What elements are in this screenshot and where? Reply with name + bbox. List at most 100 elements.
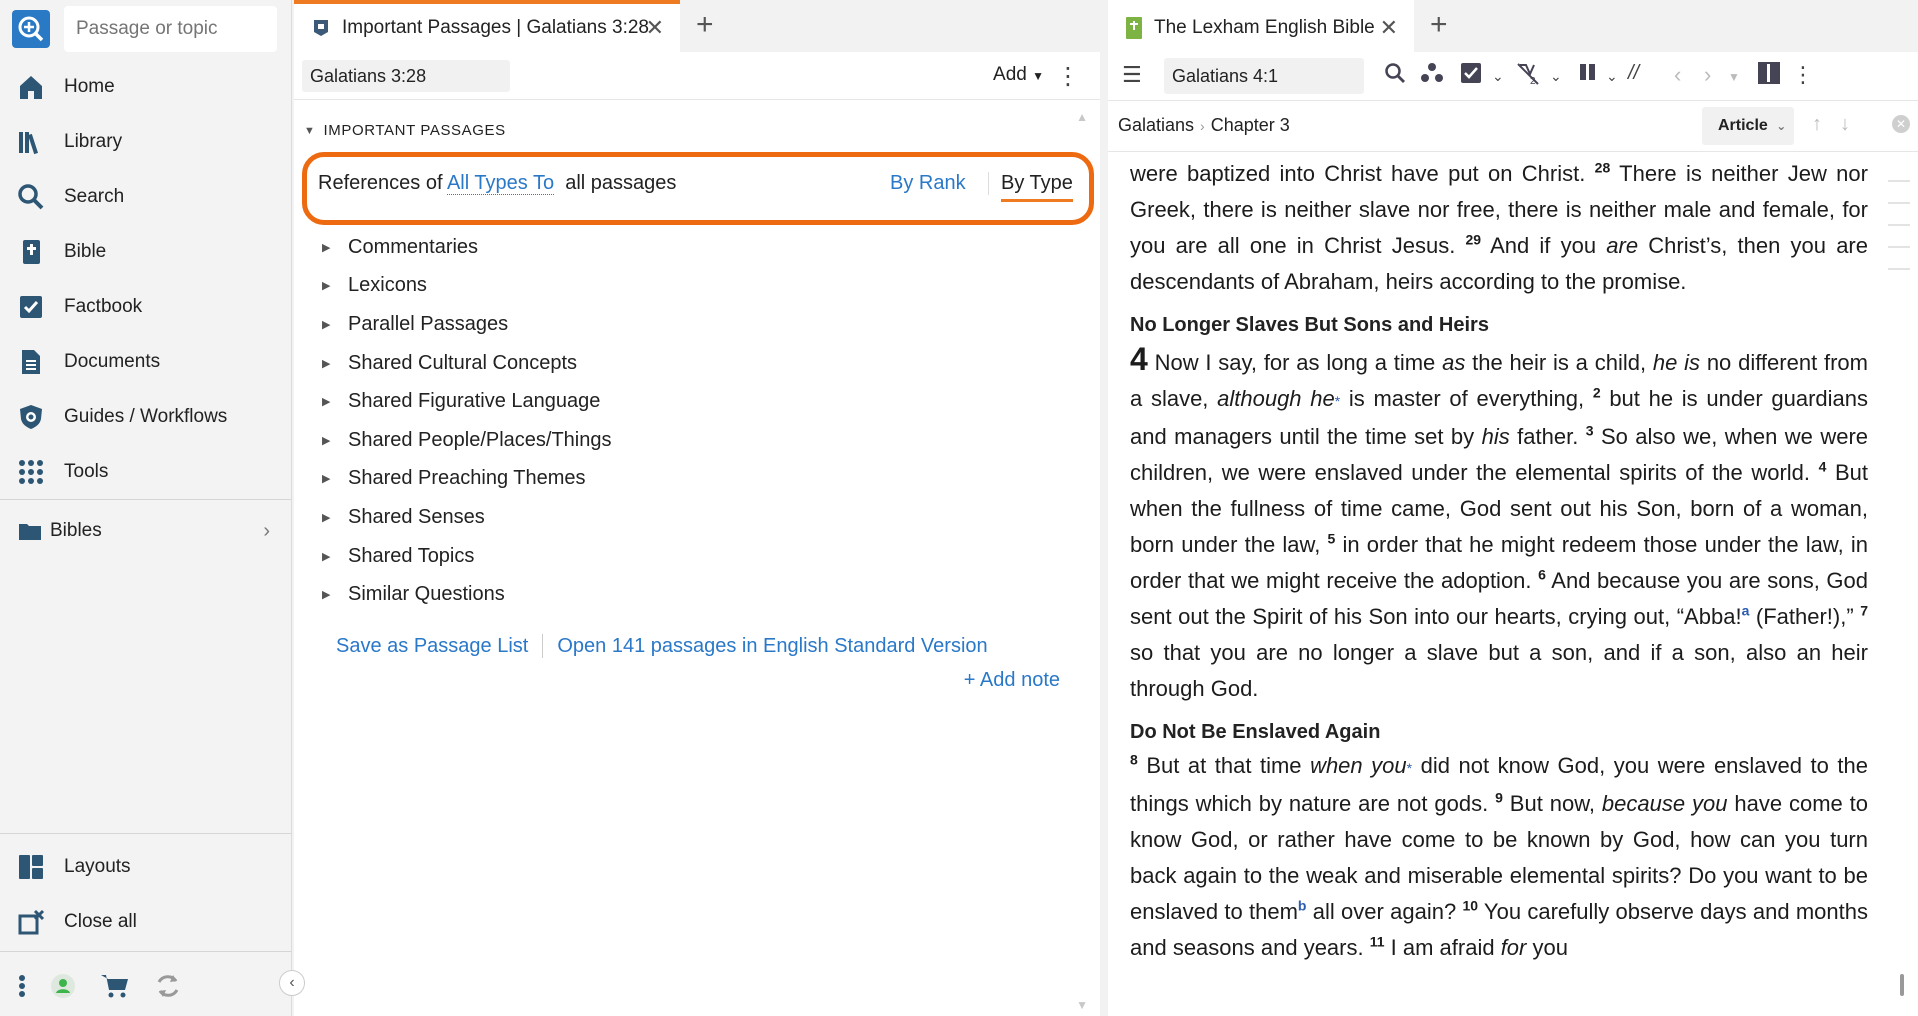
by-type-tab[interactable]: By Type xyxy=(988,172,1073,202)
verse-number[interactable]: 8 xyxy=(1130,752,1138,768)
add-note-link[interactable]: + Add note xyxy=(964,669,1060,692)
sidebar-item-label: Library xyxy=(64,130,123,152)
collapse-sidebar-button[interactable]: ‹ xyxy=(279,970,305,996)
tree-item[interactable]: ▶ Commentaries xyxy=(322,228,612,267)
add-menu-button[interactable]: Add ▼ xyxy=(993,64,1044,86)
tree-item[interactable]: ▶ Shared Preaching Themes xyxy=(322,460,612,499)
breadcrumb-book[interactable]: Galatians xyxy=(1118,115,1194,135)
scroll-down-icon[interactable]: ▼ xyxy=(1076,998,1088,1012)
sidebar-item-tools[interactable]: Tools xyxy=(0,444,292,499)
next-result-icon[interactable]: ↓ xyxy=(1840,113,1850,136)
reference-box[interactable]: Galatians 3:28 xyxy=(302,60,510,92)
verse-text: But now, xyxy=(1502,791,1602,816)
sidebar-item-factbook[interactable]: Factbook xyxy=(0,279,292,334)
sidebar-item-bible[interactable]: Bible xyxy=(0,224,292,279)
verse-number[interactable]: 29 xyxy=(1466,232,1482,248)
add-tab-icon[interactable]: + xyxy=(696,8,714,42)
all-types-link[interactable]: All Types To xyxy=(446,172,555,195)
verse-number[interactable]: 3 xyxy=(1586,423,1594,439)
reference-box[interactable]: Galatians 4:1 xyxy=(1164,58,1364,94)
parallel-resources-icon[interactable]: // xyxy=(1628,62,1639,85)
tree-item[interactable]: ▶ Shared Cultural Concepts xyxy=(322,344,612,383)
verse-number[interactable]: 6 xyxy=(1538,567,1546,583)
tab-important-passages[interactable]: Important Passages | Galatians 3:28 ✕ xyxy=(294,0,680,52)
clear-icon[interactable]: ✕ xyxy=(1892,115,1910,133)
chapter-number[interactable]: 4 xyxy=(1130,341,1148,377)
sidebar-item-label: Guides / Workflows xyxy=(64,405,228,427)
open-passages-link[interactable]: Open 141 passages in English Standard Ve… xyxy=(557,635,987,658)
tree-item[interactable]: ▶ Shared Topics xyxy=(322,537,612,576)
columns-icon[interactable] xyxy=(1578,62,1598,88)
passage-search-input[interactable] xyxy=(64,6,277,52)
expand-triangle-icon: ▶ xyxy=(322,241,331,254)
more-icon[interactable] xyxy=(18,974,26,998)
sidebar-nav: Home Library Search Bible Factbook Docum… xyxy=(0,59,292,499)
sidebar-item-documents[interactable]: Documents xyxy=(0,334,292,389)
article-label: Article xyxy=(1718,117,1768,134)
close-icon[interactable]: ✕ xyxy=(646,15,664,41)
tree-item[interactable]: ▶ Shared People/Places/Things xyxy=(322,421,612,460)
verse-text: were baptized into Christ have put on Ch… xyxy=(1130,161,1595,186)
refs-suffix[interactable]: all passages xyxy=(565,172,676,194)
sidebar-item-library[interactable]: Library xyxy=(0,114,292,169)
tree-item[interactable]: ▶ Similar Questions xyxy=(322,575,612,614)
verse-paragraph: 8 But at that time when you* did not kno… xyxy=(1130,748,1868,966)
sidebar-item-bibles[interactable]: Bibles › xyxy=(0,511,292,551)
tree-item[interactable]: ▶ Shared Senses xyxy=(322,498,612,537)
verse-number[interactable]: 2 xyxy=(1593,385,1601,401)
search-icon[interactable] xyxy=(1384,62,1406,90)
verse-number[interactable]: 10 xyxy=(1462,898,1478,914)
hamburger-menu-icon[interactable]: ☰ xyxy=(1122,62,1142,88)
important-passages-panel: Important Passages | Galatians 3:28 ✕ + … xyxy=(292,0,1100,1016)
chevron-down-icon[interactable]: ⌄ xyxy=(1550,68,1562,85)
tree-item[interactable]: ▶ Lexicons xyxy=(322,267,612,306)
close-icon[interactable]: ✕ xyxy=(1380,15,1398,41)
scroll-thumb[interactable] xyxy=(1900,974,1904,996)
expand-triangle-icon: ▶ xyxy=(322,318,331,331)
interlinear-icon[interactable]: 2 xyxy=(1516,62,1542,92)
section-header[interactable]: ▼ IMPORTANT PASSAGES xyxy=(304,122,506,139)
checklist-icon[interactable] xyxy=(1460,62,1482,90)
cart-icon[interactable] xyxy=(100,973,130,999)
verse-text: But at that time xyxy=(1137,753,1311,778)
tree-item[interactable]: ▶ Parallel Passages xyxy=(322,305,612,344)
article-dropdown[interactable]: Article ⌄ xyxy=(1702,107,1794,145)
back-arrow-icon[interactable]: ‹ xyxy=(1674,62,1681,88)
verse-text: Now I say, for as long a time xyxy=(1147,350,1443,375)
app-window: Home Library Search Bible Factbook Docum… xyxy=(0,0,1918,1016)
by-rank-tab[interactable]: By Rank xyxy=(890,172,966,195)
panel-menu-icon[interactable]: ⋮ xyxy=(1792,62,1814,88)
tree-item[interactable]: ▶ Shared Figurative Language xyxy=(322,382,612,421)
forward-arrow-icon[interactable]: › xyxy=(1704,62,1711,88)
history-caret-icon[interactable]: ▼ xyxy=(1728,70,1740,84)
user-status-icon[interactable] xyxy=(50,973,76,999)
sidebar-item-close-all[interactable]: Close all xyxy=(0,894,292,949)
library-icon xyxy=(16,127,46,157)
split-view-icon[interactable] xyxy=(1758,62,1780,90)
verse-number[interactable]: 7 xyxy=(1860,603,1868,619)
scroll-up-icon[interactable]: ▲ xyxy=(1076,110,1088,124)
panel-menu-icon[interactable]: ⋮ xyxy=(1056,62,1080,91)
add-label: Add xyxy=(993,64,1027,85)
chevron-down-icon[interactable]: ⌄ xyxy=(1606,68,1618,85)
sync-icon[interactable] xyxy=(154,972,182,1000)
verse-number[interactable]: 9 xyxy=(1495,790,1503,806)
sidebar-item-home[interactable]: Home xyxy=(0,59,292,114)
verse-number[interactable]: 28 xyxy=(1595,160,1611,176)
sidebar-item-layouts[interactable]: Layouts xyxy=(0,839,292,894)
verse-italic: although he xyxy=(1217,386,1335,411)
verse-number[interactable]: 11 xyxy=(1370,934,1385,950)
tab-title: The Lexham English Bible xyxy=(1154,17,1375,38)
tree-item-label: Shared Figurative Language xyxy=(348,390,601,413)
add-tab-icon[interactable]: + xyxy=(1430,8,1448,42)
sidebar-item-search[interactable]: Search xyxy=(0,169,292,224)
logos-icon[interactable] xyxy=(12,10,50,48)
visual-filter-icon[interactable] xyxy=(1420,62,1444,90)
chevron-down-icon[interactable]: ⌄ xyxy=(1492,68,1504,85)
previous-result-icon[interactable]: ↑ xyxy=(1812,113,1822,136)
save-passage-list-link[interactable]: Save as Passage List xyxy=(336,635,528,658)
sidebar-item-guides[interactable]: Guides / Workflows xyxy=(0,389,292,444)
scrollbar[interactable] xyxy=(1888,152,1912,1012)
tab-lexham-bible[interactable]: The Lexham English Bible ✕ xyxy=(1108,0,1414,52)
breadcrumb-chapter[interactable]: Chapter 3 xyxy=(1211,115,1290,135)
